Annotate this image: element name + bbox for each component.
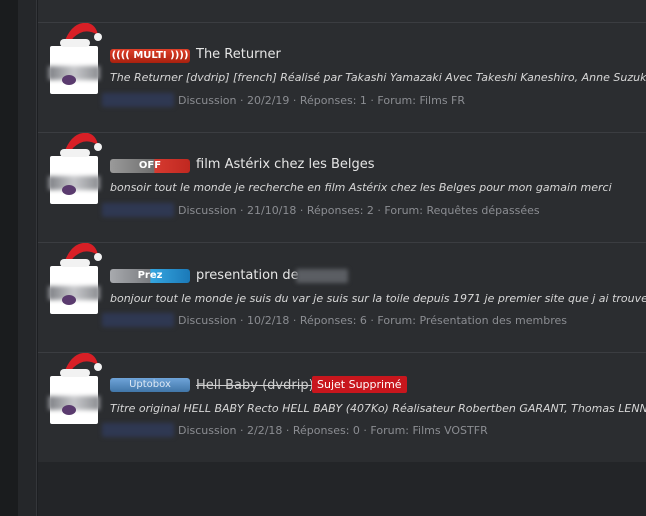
topic-title[interactable]: The Returner [196,47,281,62]
avatar[interactable] [48,23,108,113]
author-name[interactable] [102,423,174,437]
author-name[interactable] [102,93,174,107]
topic-snippet: Titre original HELL BABY Recto HELL BABY… [110,402,646,415]
topic-meta: Discussion · 10/2/18 · Réponses: 6 · For… [178,314,567,327]
topic-title[interactable]: presentation de [196,268,299,283]
topic-meta: Discussion · 2/2/18 · Réponses: 0 · Foru… [178,424,488,437]
avatar[interactable] [48,353,108,443]
avatar[interactable] [48,133,108,223]
topic-row[interactable]: Uptobox Hell Baby (dvdrip) Sujet Supprim… [38,352,646,463]
santa-hat-icon [60,243,102,267]
topic-title[interactable]: film Astérix chez les Belges [196,157,375,172]
prefix-badge[interactable]: Uptobox [110,378,190,392]
avatar-image [48,46,100,94]
search-results-list: (((( MULTI )))) The Returner The Returne… [38,0,646,462]
topic-snippet: The Returner [dvdrip] [french] Réalisé p… [110,71,646,84]
avatar-image [48,156,100,204]
left-gutter [0,0,19,516]
topic-snippet: bonsoir tout le monde je recherche en fi… [110,181,612,194]
blurred-username [296,269,348,283]
prefix-badge[interactable]: OFF [110,159,190,173]
topic-title[interactable]: Hell Baby (dvdrip) [196,378,314,393]
santa-hat-icon [60,23,102,47]
topic-meta: Discussion · 21/10/18 · Réponses: 2 · Fo… [178,204,540,217]
prefix-badge[interactable]: Prez [110,269,190,283]
topic-meta: Discussion · 20/2/19 · Réponses: 1 · For… [178,94,466,107]
author-name[interactable] [102,203,174,217]
topic-row[interactable]: OFF film Astérix chez les Belges bonsoir… [38,132,646,243]
prefix-badge[interactable]: (((( MULTI )))) [110,49,190,63]
topic-row[interactable]: Prez presentation de bonjour tout le mon… [38,242,646,353]
avatar[interactable] [48,243,108,333]
topic-snippet: bonjour tout le monde je suis du var je … [110,292,646,305]
santa-hat-icon [60,133,102,157]
avatar-image [48,376,100,424]
left-sidebar-strip [18,0,37,516]
topic-row[interactable]: (((( MULTI )))) The Returner The Returne… [38,22,646,133]
avatar-image [48,266,100,314]
page-footer-area [38,462,646,516]
deleted-badge: Sujet Supprimé [312,376,407,393]
santa-hat-icon [60,353,102,377]
author-name[interactable] [102,313,174,327]
